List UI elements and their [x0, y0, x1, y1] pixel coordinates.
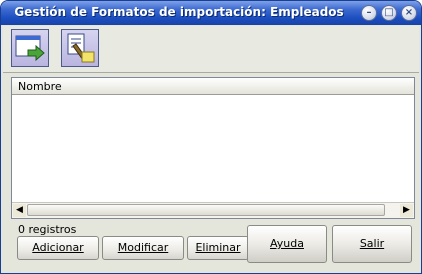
delete-button[interactable]: Eliminar	[187, 236, 249, 260]
help-button[interactable]: Ayuda	[247, 225, 327, 263]
edit-format-icon	[67, 33, 95, 63]
add-button[interactable]: Adicionar	[17, 236, 99, 260]
edit-format-button[interactable]	[61, 29, 99, 67]
import-button[interactable]	[11, 29, 49, 67]
grid-header: Nombre	[12, 78, 414, 95]
toolbar	[3, 26, 419, 73]
horizontal-scrollbar[interactable]: ◀ ▶	[12, 202, 414, 218]
minimize-icon[interactable]: –	[361, 5, 377, 21]
window-title: Gestión de Formatos de importación: Empl…	[14, 5, 344, 19]
record-count: 0 registros	[18, 223, 77, 236]
column-header-nombre[interactable]: Nombre	[18, 80, 62, 93]
scroll-left-icon[interactable]: ◀	[13, 204, 26, 217]
close-icon[interactable]: ×	[401, 5, 417, 21]
modify-button[interactable]: Modificar	[102, 236, 184, 260]
formats-grid[interactable]: Nombre ◀ ▶	[11, 77, 415, 219]
scroll-right-icon[interactable]: ▶	[400, 204, 413, 217]
maximize-icon[interactable]: □	[381, 5, 397, 21]
import-icon	[15, 35, 45, 62]
scroll-thumb[interactable]	[27, 204, 385, 216]
exit-button[interactable]: Salir	[332, 225, 412, 263]
title-bar[interactable]: Gestión de Formatos de importación: Empl…	[1, 1, 421, 25]
dialog-window: Gestión de Formatos de importación: Empl…	[0, 0, 422, 274]
